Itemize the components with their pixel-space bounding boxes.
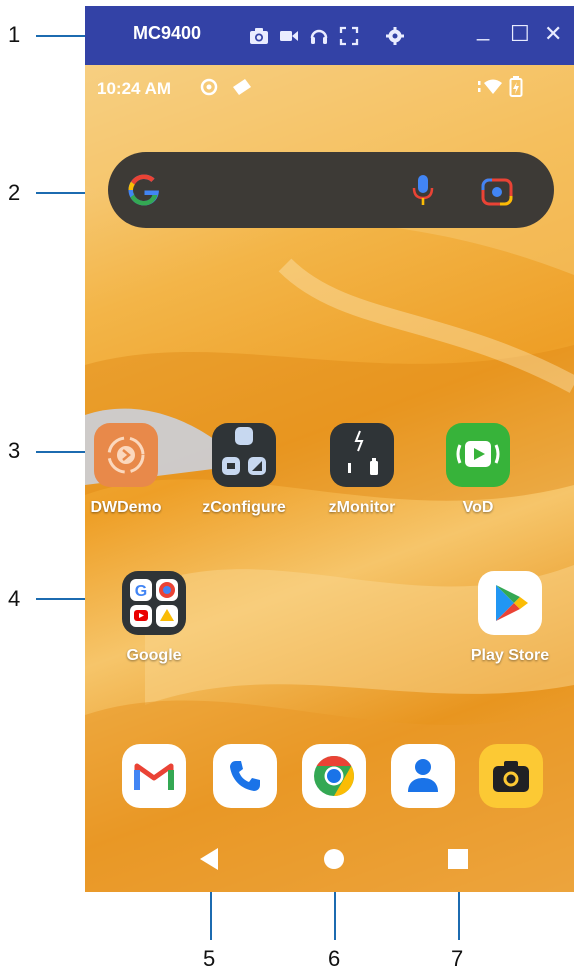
app-label-zconfigure: zConfigure [202,499,286,516]
notification-icon [233,79,251,95]
dwdemo-icon [94,423,158,487]
video-icon[interactable] [279,26,299,46]
home-icon[interactable] [323,848,345,870]
status-time: 10:24 AM [97,79,172,98]
recents-icon[interactable] [447,848,469,870]
zmonitor-icon [330,423,394,487]
app-label-google: Google [126,647,182,664]
svg-text:G: G [135,583,147,600]
camera-app-icon[interactable] [479,744,543,808]
minimize-button[interactable]: _ [477,16,489,42]
settings-icon[interactable] [385,26,405,46]
app-label-dwdemo: DWDemo [90,499,162,516]
wifi-icon [478,79,502,94]
app-label-play-store: Play Store [470,647,550,664]
zconfigure-icon [212,423,276,487]
google-icon[interactable] [124,170,164,210]
phone-screen: 10:24 AM DWDemo zConfigure zMonitor VoD … [85,65,574,892]
device-window: MC9400 _ ☐ ✕ 10:24 AM DWDemo zConfigure … [85,6,574,892]
maximize-button[interactable]: ☐ [510,21,530,47]
battery-icon [509,76,523,97]
callout-5: 5 [203,946,216,971]
callout-3: 3 [8,438,21,463]
headset-icon[interactable] [309,26,329,46]
title-bar: MC9400 _ ☐ ✕ [85,6,574,65]
contacts-icon[interactable] [391,744,455,808]
callout-7: 7 [451,946,464,971]
app-label-vod: VoD [462,499,494,516]
back-icon[interactable] [198,846,220,872]
mic-icon[interactable] [411,174,435,208]
app-vod[interactable]: VoD [423,423,533,517]
lens-icon[interactable] [480,174,514,208]
app-label-zmonitor: zMonitor [328,499,396,516]
phone-icon[interactable] [213,744,277,808]
app-zconfigure[interactable]: zConfigure [189,423,299,517]
google-folder-icon: G [122,571,186,635]
play-store-icon [478,571,542,635]
vod-icon [446,423,510,487]
app-play-store[interactable]: Play Store [455,571,565,665]
callout-1: 1 [8,22,21,47]
close-button[interactable]: ✕ [544,21,562,47]
app-folder-google[interactable]: G Google [99,571,209,665]
gmail-icon[interactable] [122,744,186,808]
settings-icon [200,78,218,96]
camera-icon[interactable] [249,26,269,46]
app-dwdemo[interactable]: DWDemo [85,423,181,517]
status-bar: 10:24 AM [85,65,574,105]
fullscreen-icon[interactable] [339,26,359,46]
chrome-icon[interactable] [302,744,366,808]
callout-4: 4 [8,586,21,611]
app-zmonitor[interactable]: zMonitor [307,423,417,517]
device-title: MC9400 [133,23,202,43]
google-search-bar[interactable] [108,152,554,228]
callout-6: 6 [328,946,341,971]
callout-2: 2 [8,180,21,205]
